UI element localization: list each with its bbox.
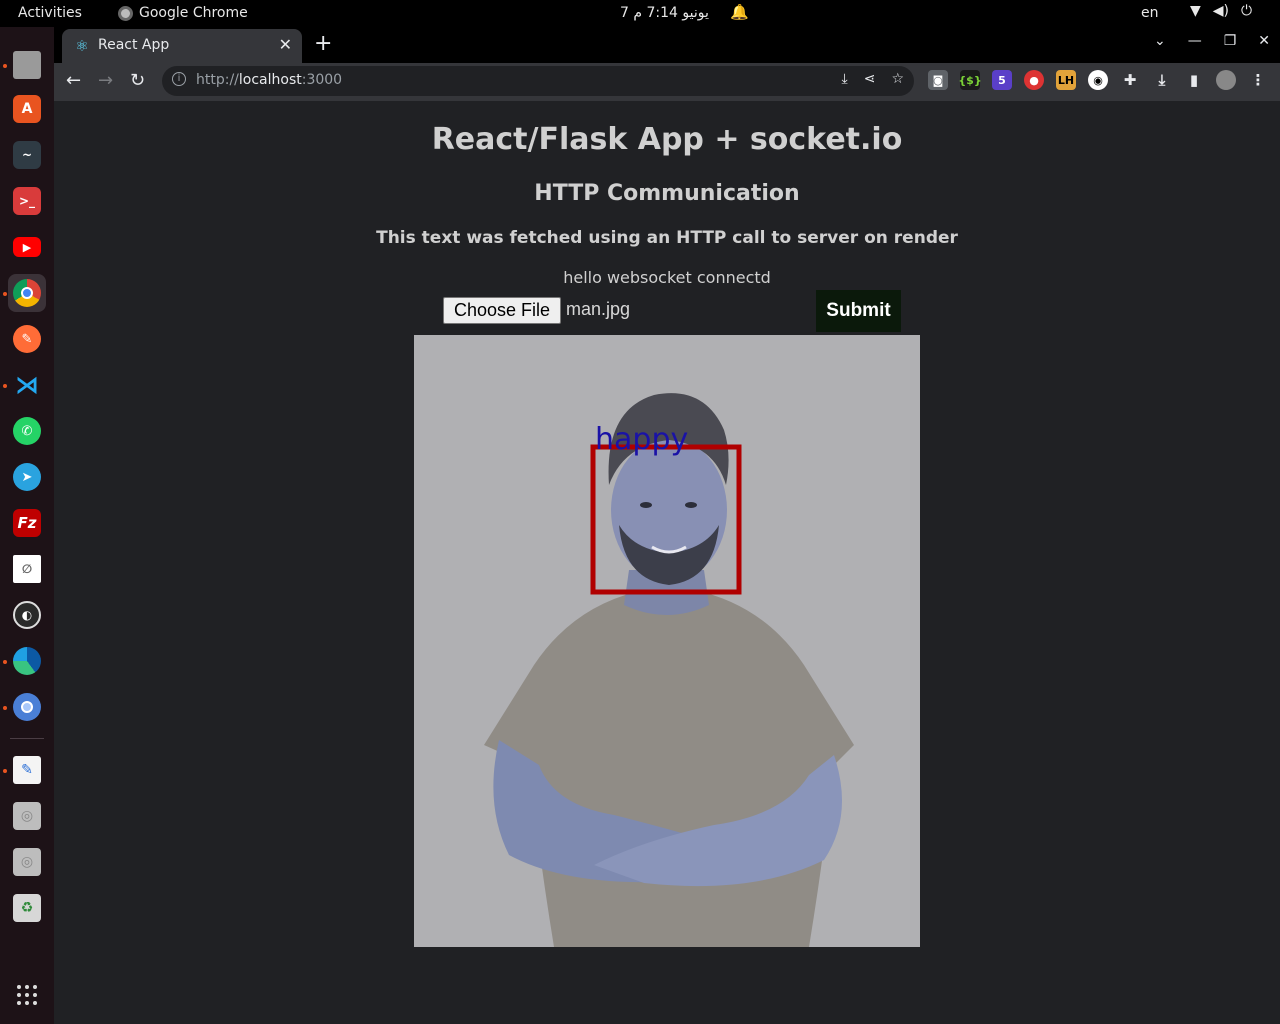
running-indicator xyxy=(3,706,7,710)
site-info-icon[interactable]: i xyxy=(172,72,186,86)
new-tab-icon[interactable]: + xyxy=(314,31,332,56)
ublock-extension-icon[interactable]: ◉ xyxy=(1088,70,1108,90)
app-menu[interactable]: Google Chrome xyxy=(118,5,248,21)
screenshot-extension-icon[interactable]: ◙ xyxy=(928,70,948,90)
postman-icon[interactable]: ✎ xyxy=(8,320,46,358)
activities-button[interactable]: Activities xyxy=(18,5,82,21)
close-tab-icon[interactable]: ✕ xyxy=(279,35,292,54)
address-bar[interactable]: i http://localhost:3000 ⤓ ⋖ ☆ xyxy=(162,66,914,96)
disk-icon[interactable]: ◎ xyxy=(8,797,46,835)
lighthouse-extension-icon[interactable]: LH xyxy=(1056,70,1076,90)
result-image: happy xyxy=(414,335,920,947)
omnibox-actions: ⤓ ⋖ ☆ xyxy=(842,71,905,87)
show-apps-icon[interactable] xyxy=(17,985,37,1005)
share-icon[interactable]: ⋖ xyxy=(864,71,876,87)
extensions-bar: ◙ {$} 5 ● LH ◉ ✚ ⤓ ▮ ⋮ xyxy=(928,70,1268,90)
menu-kebab-icon[interactable]: ⋮ xyxy=(1248,70,1268,90)
tab-strip: ⚛ React App ✕ + ⌄ — ❐ ✕ xyxy=(54,27,1280,63)
terminal-icon[interactable]: >_ xyxy=(8,182,46,220)
tab-title: React App xyxy=(98,37,170,53)
reload-icon[interactable]: ↻ xyxy=(130,70,145,91)
power-icon: ⏻ xyxy=(1241,3,1253,19)
url-text[interactable]: http://localhost:3000 xyxy=(196,72,342,88)
minimize-icon[interactable]: — xyxy=(1188,33,1202,49)
section-heading: HTTP Communication xyxy=(534,181,800,206)
submit-button[interactable]: Submit xyxy=(816,290,901,332)
vscode-icon[interactable]: ⋊ xyxy=(8,366,46,404)
language-indicator[interactable]: en xyxy=(1141,5,1159,21)
tab-search-icon[interactable]: ⌄ xyxy=(1154,33,1166,49)
back-icon[interactable]: ← xyxy=(66,70,81,91)
notification-bell-icon[interactable]: 🔔 xyxy=(730,3,749,21)
websocket-message: hello websocket connectd xyxy=(563,268,771,287)
react-icon: ⚛ xyxy=(75,37,89,55)
forward-icon[interactable]: → xyxy=(98,70,113,91)
telegram-icon[interactable]: ➤ xyxy=(8,458,46,496)
window-controls: ⌄ — ❐ ✕ xyxy=(1154,33,1270,49)
libreoffice-icon[interactable]: ∅ xyxy=(8,550,46,588)
app-center-icon[interactable]: A xyxy=(8,90,46,128)
dock-separator xyxy=(10,738,44,739)
running-indicator xyxy=(3,64,7,68)
volume-icon: ◀) xyxy=(1212,3,1230,19)
profile-avatar[interactable] xyxy=(1216,70,1236,90)
running-indicator xyxy=(3,660,7,664)
extensions-puzzle-icon[interactable]: ✚ xyxy=(1120,70,1140,90)
browser-toolbar: ← → ↻ i http://localhost:3000 ⤓ ⋖ ☆ ◙ {$… xyxy=(54,63,1280,101)
text-editor-icon[interactable]: ✎ xyxy=(8,751,46,789)
files-icon[interactable] xyxy=(8,46,46,84)
trash-icon[interactable]: ♻ xyxy=(8,889,46,927)
whatsapp-icon[interactable]: ✆ xyxy=(8,412,46,450)
edge-icon[interactable] xyxy=(8,642,46,680)
redux-extension-icon[interactable]: 5 xyxy=(992,70,1012,90)
page-content: React/Flask App + socket.io HTTP Communi… xyxy=(54,101,1280,1024)
choose-file-button[interactable]: Choose File xyxy=(443,297,561,324)
running-indicator xyxy=(3,384,7,388)
selected-file-name: man.jpg xyxy=(566,299,631,319)
dock: A ~ >_ ▶ ✎ ⋊ ✆ ➤ Fz ∅ ◐ ✎ ◎ ◎ ♻ xyxy=(0,27,54,1024)
system-monitor-icon[interactable]: ~ xyxy=(8,136,46,174)
chrome-small-icon xyxy=(118,5,133,21)
system-status-icons[interactable]: ▼ ◀) ⏻ xyxy=(1190,3,1252,19)
chrome-icon[interactable] xyxy=(8,274,46,312)
downloads-icon[interactable]: ⤓ xyxy=(1152,70,1172,90)
clock[interactable]: 7 يونيو 7:14 م xyxy=(620,5,709,21)
bookmark-star-icon[interactable]: ☆ xyxy=(891,71,904,87)
running-indicator xyxy=(3,292,7,296)
filezilla-icon[interactable]: Fz xyxy=(8,504,46,542)
fetched-text: This text was fetched using an HTTP call… xyxy=(376,228,958,248)
page-title: React/Flask App + socket.io xyxy=(431,122,903,157)
running-indicator xyxy=(3,769,7,773)
tab-react-app[interactable]: ⚛ React App ✕ xyxy=(62,29,302,63)
emotion-label: happy xyxy=(595,422,688,457)
disk-icon-2[interactable]: ◎ xyxy=(8,843,46,881)
system-top-bar: Activities Google Chrome 7 يونيو 7:14 م … xyxy=(0,0,1280,27)
json-extension-icon[interactable]: {$} xyxy=(958,70,982,90)
youtube-icon[interactable]: ▶ xyxy=(8,228,46,266)
app-name-label: Google Chrome xyxy=(139,5,248,21)
restore-icon[interactable]: ❐ xyxy=(1224,33,1237,49)
man-photo-illustration: happy xyxy=(414,335,920,947)
side-panel-icon[interactable]: ▮ xyxy=(1184,70,1204,90)
record-extension-icon[interactable]: ● xyxy=(1024,70,1044,90)
close-window-icon[interactable]: ✕ xyxy=(1258,33,1270,49)
install-icon[interactable]: ⤓ xyxy=(842,71,848,87)
wifi-icon: ▼ xyxy=(1190,3,1201,19)
obs-icon[interactable]: ◐ xyxy=(8,596,46,634)
chromium-icon[interactable] xyxy=(8,688,46,726)
